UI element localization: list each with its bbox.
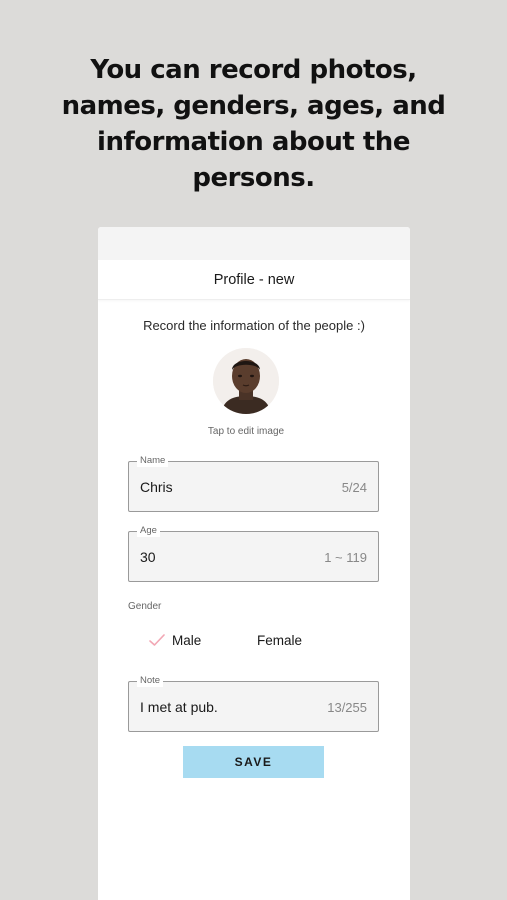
note-field[interactable]: Note I met at pub. 13/255	[128, 675, 379, 732]
page-title: Profile - new	[213, 271, 295, 288]
gender-option-label: Female	[257, 632, 303, 648]
age-range: 1 ~ 119	[324, 550, 367, 565]
note-value: I met at pub.	[140, 699, 218, 715]
avatar-hint: Tap to edit image	[207, 426, 285, 437]
gender-option-female[interactable]: Female	[257, 630, 302, 650]
age-label: Age	[137, 525, 160, 537]
status-bar	[98, 227, 410, 260]
nav-bar: Profile - new	[98, 260, 410, 300]
avatar-photo	[213, 348, 279, 414]
check-icon	[149, 634, 165, 646]
gender-option-label: Male	[172, 632, 202, 648]
headline-line: persons.	[192, 163, 315, 193]
name-counter: 5/24	[341, 480, 367, 495]
save-button[interactable]: SAVE	[183, 746, 324, 778]
headline-line: information about the	[97, 127, 410, 157]
age-field[interactable]: Age 30 1 ~ 119	[128, 525, 379, 582]
name-value: Chris	[140, 479, 173, 495]
avatar[interactable]	[213, 348, 279, 414]
name-label: Name	[137, 455, 169, 467]
gender-label: Gender	[128, 601, 162, 612]
headline-line: names, genders, ages, and	[61, 91, 446, 121]
age-value: 30	[140, 549, 156, 565]
headline-line: You can record photos,	[90, 55, 417, 85]
gender-option-male[interactable]: Male	[148, 630, 201, 650]
name-field[interactable]: Name Chris 5/24	[128, 455, 379, 512]
note-counter: 13/255	[327, 700, 367, 715]
form-subtitle: Record the information of the people :)	[143, 318, 365, 333]
phone-screen: Profile - new Record the information of …	[98, 227, 410, 900]
promo-headline: You can record photos, names, genders, a…	[20, 52, 487, 196]
note-label: Note	[137, 675, 164, 687]
